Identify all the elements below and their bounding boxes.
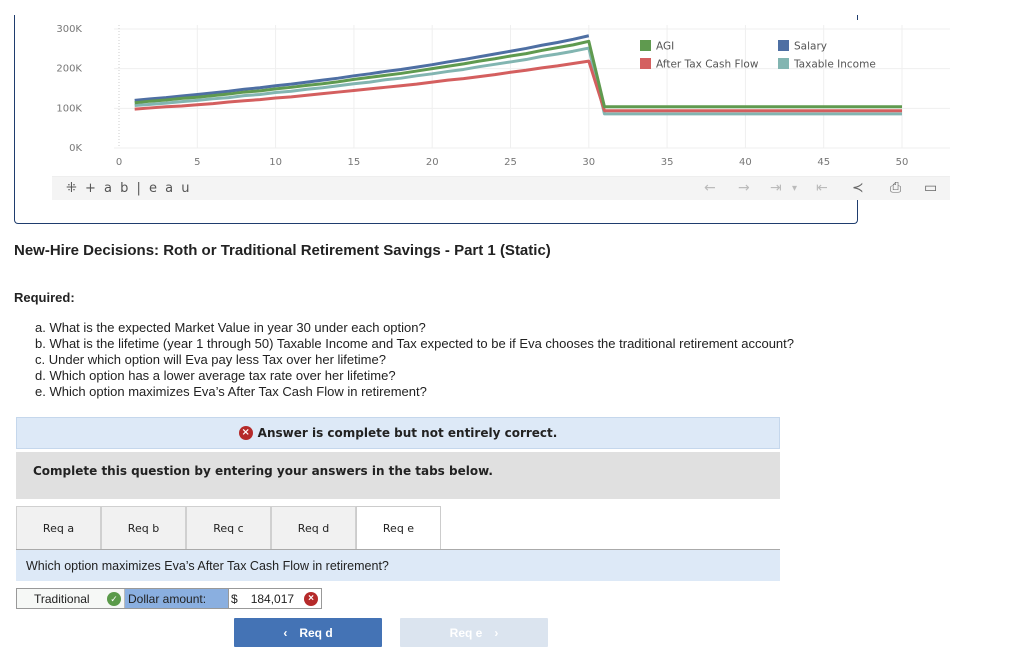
dollar-amount-input[interactable]: $ 184,017 × (229, 589, 321, 608)
prev-button-label: Req d (299, 625, 333, 640)
requirements-list: a. What is the expected Market Value in … (35, 320, 794, 400)
next-button-label: Req e (449, 625, 483, 640)
legend-label: Salary (794, 41, 827, 53)
x-tick-label: 20 (426, 157, 439, 168)
option-value: Traditional (34, 591, 90, 606)
prev-req-button[interactable]: ‹ Req d (234, 618, 382, 647)
correct-check-icon: ✓ (107, 592, 121, 606)
error-x-icon: × (238, 426, 253, 440)
tab-req-a[interactable]: Req a (16, 506, 101, 550)
tab-req-b[interactable]: Req b (101, 506, 186, 550)
instructions-banner: Complete this question by entering your … (16, 452, 780, 499)
requirement-item: d. Which option has a lower average tax … (35, 368, 396, 383)
tableau-toolbar: ⁜ + a b | e a u ← → ⇥ ▾ ⇤ ≺ ⎙ ▭ (52, 176, 950, 200)
option-select[interactable]: Traditional ✓ (17, 589, 125, 608)
legend-swatch (640, 40, 651, 51)
revert-icon[interactable]: ⇥ (770, 180, 782, 196)
y-tick-label: 300K (56, 24, 82, 35)
legend-swatch (778, 40, 789, 51)
legend-label: Taxable Income (793, 59, 876, 71)
requirement-item: b. What is the lifetime (year 1 through … (35, 336, 795, 351)
x-tick-label: 45 (817, 157, 830, 168)
tableau-logo-icon: ⁜ (66, 181, 86, 196)
chevron-right-icon: › (494, 625, 499, 640)
next-req-button: Req e › (400, 618, 548, 647)
chevron-left-icon: ‹ (283, 625, 288, 640)
tableau-chart: 0K 100K 200K 300K 0 5 10 15 20 25 30 35 40 45 50 AGI Sal… (52, 20, 950, 200)
download-icon[interactable]: ⎙ (890, 180, 901, 196)
answer-row: Traditional ✓ Dollar amount: $ 184,017 × (16, 588, 322, 609)
required-label: Required: (14, 290, 75, 305)
undo-icon[interactable]: ← (704, 180, 716, 196)
requirement-item: c. Under which option will Eva pay less … (35, 352, 386, 367)
fullscreen-icon[interactable]: ▭ (924, 180, 937, 196)
tab-req-c[interactable]: Req c (186, 506, 271, 550)
status-message: Answer is complete but not entirely corr… (257, 426, 558, 440)
x-tick-label: 0 (116, 157, 122, 168)
x-tick-label: 35 (661, 157, 674, 168)
x-tick-label: 50 (896, 157, 909, 168)
dollar-amount-label: Dollar amount: (125, 589, 229, 608)
legend-swatch (640, 58, 651, 69)
page-title: New-Hire Decisions: Roth or Traditional … (14, 242, 551, 259)
x-tick-label: 5 (194, 157, 200, 168)
tab-req-e[interactable]: Req e (356, 506, 441, 550)
x-tick-label: 10 (269, 157, 282, 168)
currency-symbol: $ (231, 591, 238, 606)
y-tick-label: 200K (56, 64, 82, 75)
requirement-item: a. What is the expected Market Value in … (35, 320, 426, 335)
legend-label: After Tax Cash Flow (656, 59, 759, 71)
reset-icon[interactable]: ⇤ (816, 180, 828, 196)
y-tick-label: 100K (56, 103, 82, 114)
series-line-taxable-income (134, 46, 902, 116)
requirement-tabs: Req a Req b Req c Req d Req e (16, 506, 441, 550)
requirement-item: e. Which option maximizes Eva’s After Ta… (35, 384, 427, 399)
question-text: Which option maximizes Eva’s After Tax C… (16, 550, 780, 581)
legend-label: AGI (656, 41, 674, 53)
revert-dropdown-icon[interactable]: ▾ (792, 183, 797, 194)
x-tick-label: 15 (348, 157, 361, 168)
incorrect-x-icon: × (304, 592, 318, 606)
x-tick-label: 30 (582, 157, 595, 168)
tableau-logo: ⁜ + a b | e a u (66, 181, 192, 196)
redo-icon[interactable]: → (738, 180, 750, 196)
x-tick-label: 40 (739, 157, 752, 168)
answer-status-banner: × Answer is complete but not entirely co… (16, 417, 780, 449)
legend-swatch (778, 58, 789, 69)
tab-req-d[interactable]: Req d (271, 506, 356, 550)
x-tick-label: 25 (504, 157, 517, 168)
dollar-amount-value: 184,017 (250, 591, 295, 606)
line-chart: 0K 100K 200K 300K 0 5 10 15 20 25 30 35 40 45 50 AGI Sal… (56, 24, 950, 168)
share-icon[interactable]: ≺ (852, 180, 864, 196)
y-tick-label: 0K (69, 143, 82, 154)
